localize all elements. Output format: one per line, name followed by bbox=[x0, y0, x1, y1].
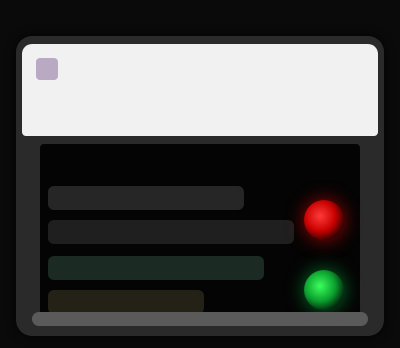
status-panel bbox=[40, 144, 360, 324]
window-title bbox=[70, 58, 366, 80]
bottom-bar bbox=[32, 312, 368, 326]
status-row-1 bbox=[48, 186, 244, 210]
app-window bbox=[16, 36, 384, 336]
status-row-4 bbox=[48, 290, 204, 314]
title-bar bbox=[22, 44, 378, 136]
status-row-2 bbox=[48, 220, 294, 244]
status-row-3 bbox=[48, 256, 264, 280]
app-icon bbox=[36, 58, 58, 80]
red-status-light bbox=[304, 200, 344, 240]
green-status-light bbox=[304, 270, 344, 310]
